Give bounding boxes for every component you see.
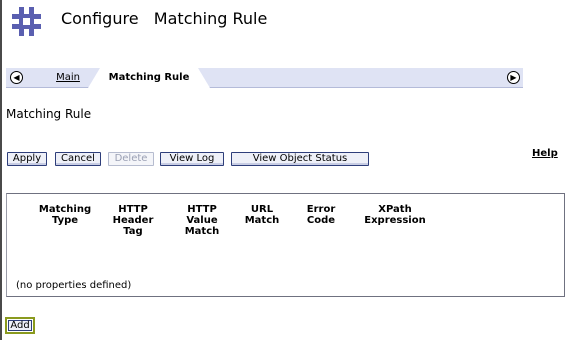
column-header-url-match: URL Match xyxy=(244,204,280,226)
tab-main[interactable]: Main xyxy=(38,68,98,87)
apply-button[interactable]: Apply xyxy=(7,152,47,166)
page-title: Configure Matching Rule xyxy=(61,9,268,28)
arrow-right-circle-icon[interactable]: ▶ xyxy=(507,71,520,84)
empty-table-message: (no properties defined) xyxy=(16,280,132,291)
properties-table: Matching Type HTTP Header Tag HTTP Value… xyxy=(6,193,565,297)
tab-bar: ◀ Main Matching Rule ▶ xyxy=(6,68,523,88)
hash-grid-logo-icon xyxy=(11,6,42,37)
column-header-matching-type: Matching Type xyxy=(38,204,92,226)
arrow-left-circle-icon[interactable]: ◀ xyxy=(10,71,23,84)
add-button-focus-ring: Add xyxy=(5,317,35,334)
window-left-border xyxy=(0,0,2,340)
help-link[interactable]: Help xyxy=(532,148,558,159)
column-header-error-code: Error Code xyxy=(306,204,336,226)
column-header-http-value-match: HTTP Value Match xyxy=(184,204,220,237)
add-button[interactable]: Add xyxy=(8,320,32,331)
section-title: Matching Rule xyxy=(6,107,92,121)
column-header-xpath-expression: XPath Expression xyxy=(364,204,426,226)
tab-matching-rule[interactable]: Matching Rule xyxy=(88,68,210,88)
view-log-button[interactable]: View Log xyxy=(160,152,224,166)
column-header-http-header-tag: HTTP Header Tag xyxy=(112,204,154,237)
delete-button: Delete xyxy=(108,152,154,166)
cancel-button[interactable]: Cancel xyxy=(55,152,101,166)
view-object-status-button[interactable]: View Object Status xyxy=(231,152,369,166)
